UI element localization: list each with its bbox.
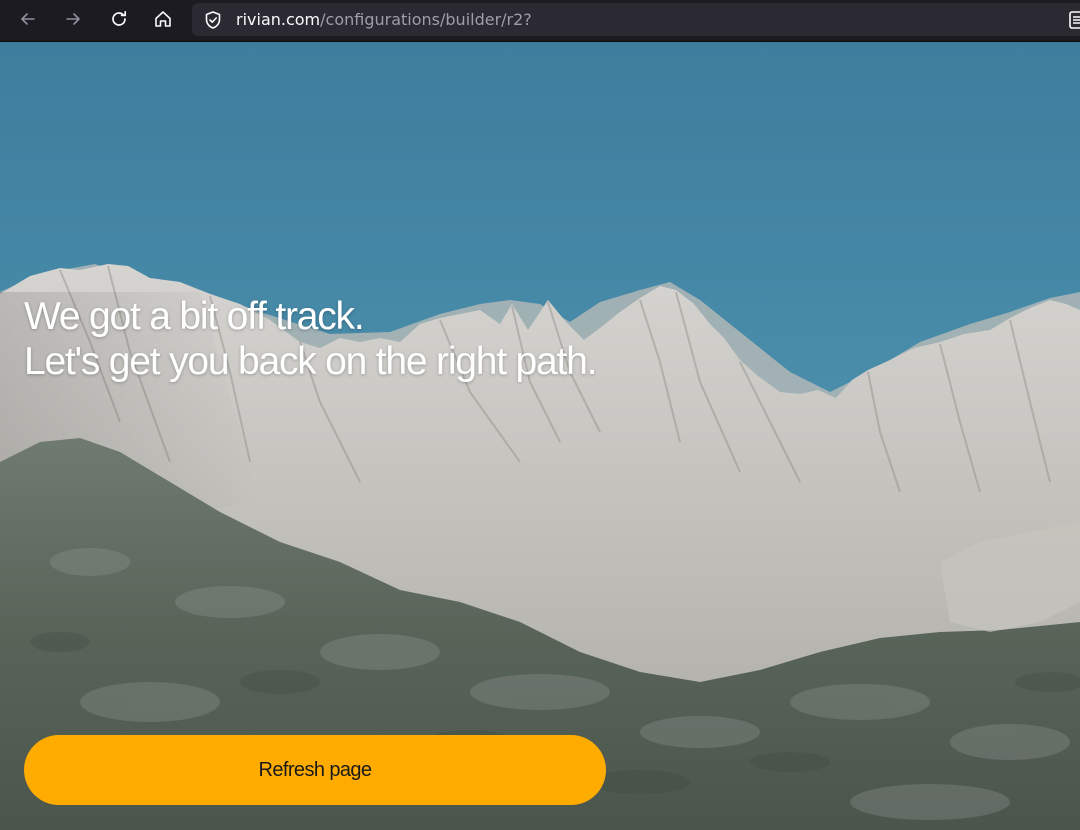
error-headline: We got a bit off track. Let's get you ba… bbox=[24, 294, 597, 384]
address-bar[interactable]: rivian.com/configurations/builder/r2? bbox=[192, 3, 1080, 36]
browser-toolbar: rivian.com/configurations/builder/r2? bbox=[0, 0, 1080, 42]
url-path: /configurations/builder/r2? bbox=[320, 10, 532, 29]
reload-button[interactable] bbox=[102, 4, 136, 34]
headline-line-2: Let's get you back on the right path. bbox=[24, 340, 597, 383]
headline-line-1: We got a bit off track. bbox=[24, 295, 365, 338]
shield-icon[interactable] bbox=[202, 9, 224, 31]
home-button[interactable] bbox=[146, 4, 180, 34]
arrow-right-icon bbox=[63, 9, 83, 29]
reload-icon bbox=[109, 9, 129, 29]
url-host: rivian.com bbox=[236, 10, 321, 29]
reader-view-icon[interactable] bbox=[1068, 10, 1080, 30]
home-icon bbox=[153, 9, 173, 29]
url-text[interactable]: rivian.com/configurations/builder/r2? bbox=[236, 10, 532, 29]
forward-button[interactable] bbox=[56, 4, 90, 34]
arrow-left-icon bbox=[18, 9, 38, 29]
back-button[interactable] bbox=[11, 4, 45, 34]
mountain-range-photo bbox=[0, 264, 1080, 830]
error-page: We got a bit off track. Let's get you ba… bbox=[0, 42, 1080, 830]
refresh-page-button[interactable]: Refresh page bbox=[24, 735, 606, 805]
